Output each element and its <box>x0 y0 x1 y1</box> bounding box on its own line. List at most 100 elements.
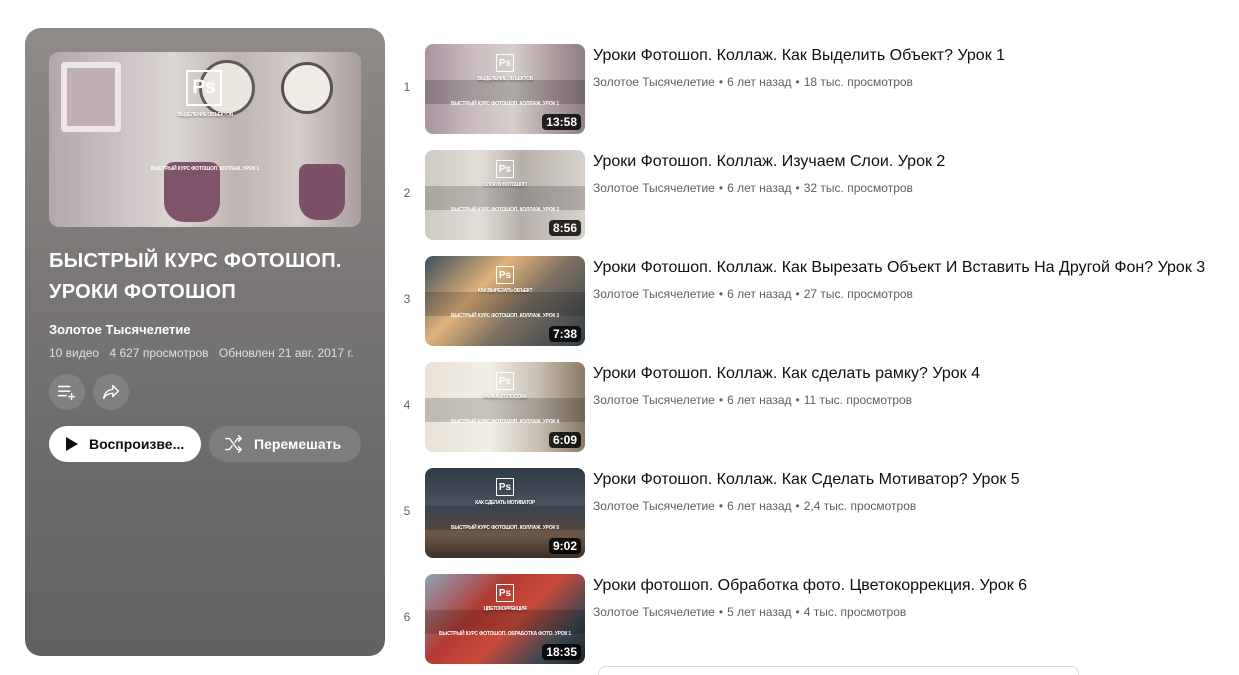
photoshop-logo-icon: Ps <box>496 160 514 178</box>
playlist-video-row[interactable]: 5 Ps КАК СДЕЛАТЬ МОТИВАТОР БЫСТРЫЙ КУРС … <box>395 468 1239 558</box>
thumbnail-big-text: КАК ВЫРЕЗАТЬ ОБЪЕКТ <box>477 288 533 294</box>
video-thumbnail[interactable]: Ps КАК ВЫРЕЗАТЬ ОБЪЕКТ БЫСТРЫЙ КУРС ФОТО… <box>425 256 585 346</box>
video-title-link[interactable]: Уроки Фотошоп. Коллаж. Как Выделить Объе… <box>593 45 1005 67</box>
video-channel-link[interactable]: Золотое Тысячелетие <box>593 499 715 513</box>
video-thumbnail[interactable]: Ps СЛОИ В ФОТОШОП БЫСТРЫЙ КУРС ФОТОШОП. … <box>425 150 585 240</box>
video-channel-link[interactable]: Золотое Тысячелетие <box>593 287 715 301</box>
video-age: 6 лет назад <box>727 75 792 89</box>
shuffle-label: Перемешать <box>254 436 342 452</box>
video-title-link[interactable]: Уроки фотошоп. Обработка фото. Цветокорр… <box>593 575 1027 597</box>
separator-dot: • <box>718 181 724 195</box>
thumbnail-small-text: БЫСТРЫЙ КУРС ФОТОШОП. КОЛЛАЖ. УРОК 2 <box>450 207 560 213</box>
playlist-video-row[interactable]: 3 Ps КАК ВЫРЕЗАТЬ ОБЪЕКТ БЫСТРЫЙ КУРС ФО… <box>395 256 1239 346</box>
separator-dot: • <box>795 181 800 195</box>
video-meta: Золотое Тысячелетие • 6 лет назад • 2,4 тыс.… <box>593 499 916 513</box>
separator-dot: • <box>795 287 800 301</box>
video-duration: 9:02 <box>548 538 581 554</box>
separator-dot: • <box>718 499 724 513</box>
video-meta: Золотое Тысячелетие • 6 лет назад • 18 тыс. … <box>593 75 913 89</box>
playlist-title: БЫСТРЫЙ КУРС ФОТОШОП. УРОКИ ФОТОШОП <box>49 250 342 303</box>
video-duration: 13:58 <box>542 114 581 130</box>
video-meta: Золотое Тысячелетие • 6 лет назад • 27 тыс. … <box>593 287 913 301</box>
video-count: 10 видео <box>49 346 100 360</box>
video-meta: Золотое Тысячелетие • 5 лет назад • 4 тыс. п… <box>593 605 906 619</box>
thumbnail-big-text: РАМКА. 2 СПОСОБА <box>483 394 527 400</box>
playlist-add-icon <box>58 385 76 401</box>
video-index: 6 <box>403 610 411 624</box>
separator-dot: • <box>718 75 724 89</box>
video-title-link[interactable]: Уроки Фотошоп. Коллаж. Как сделать рамку… <box>593 363 980 385</box>
video-age: 6 лет назад <box>727 287 792 301</box>
video-age: 6 лет назад <box>727 181 792 195</box>
separator-dot: • <box>795 499 800 513</box>
separator-dot: • <box>795 75 800 89</box>
video-title-link[interactable]: Уроки Фотошоп. Коллаж. Как Сделать Мотив… <box>593 469 1020 491</box>
video-views: 27 тыс. просмотров <box>803 287 913 301</box>
separator-dot: • <box>795 605 800 619</box>
video-thumbnail[interactable]: Ps КАК СДЕЛАТЬ МОТИВАТОР БЫСТРЫЙ КУРС ФО… <box>425 468 585 558</box>
video-title-link[interactable]: Уроки Фотошоп. Коллаж. Изучаем Слои. Уро… <box>593 151 945 173</box>
updated-date: Обновлен 21 авг. 2017 г. <box>218 346 354 360</box>
share-icon <box>102 384 120 400</box>
share-button[interactable] <box>93 374 129 410</box>
thumbnail-small-text: БЫСТРЫЙ КУРС ФОТОШОП. КОЛЛАЖ. УРОК 5 <box>450 525 560 531</box>
video-duration: 6:09 <box>548 432 581 448</box>
video-channel-link[interactable]: Золотое Тысячелетие <box>593 605 715 619</box>
video-views: 11 тыс. просмотров <box>803 393 913 407</box>
video-index: 5 <box>403 504 411 518</box>
save-playlist-button[interactable] <box>49 374 85 410</box>
thumbnail-big-text: СЛОИ В ФОТОШОП <box>483 182 527 188</box>
playlist-header-panel: Ps ВЫДЕЛЕНИЕ ОБЪЕКТОВ БЫСТРЫЙ КУРС ФОТОШ… <box>25 28 385 656</box>
video-channel-link[interactable]: Золотое Тысячелетие <box>593 393 715 407</box>
photoshop-logo-icon: Ps <box>496 478 514 496</box>
playlist-video-row[interactable]: 6 Ps ЦВЕТОКОРРЕКЦИЯ БЫСТРЫЙ КУРС ФОТОШОП… <box>395 574 1239 664</box>
video-index: 4 <box>403 398 411 412</box>
video-duration: 18:35 <box>542 644 581 660</box>
separator-dot: • <box>718 605 724 619</box>
thumbnail-big-text: КАК СДЕЛАТЬ МОТИВАТОР <box>475 500 535 506</box>
photoshop-logo-icon: Ps <box>496 584 514 602</box>
cover-small-text: БЫСТРЫЙ КУРС ФОТОШОП. КОЛЛАЖ. УРОК 1 <box>150 166 260 172</box>
video-views: 2,4 тыс. просмотров <box>803 499 917 513</box>
separator-dot: • <box>718 287 724 301</box>
video-views: 4 тыс. просмотров <box>803 605 907 619</box>
playlist-video-row[interactable]: 4 Ps РАМКА. 2 СПОСОБА БЫСТРЫЙ КУРС ФОТОШ… <box>395 362 1239 452</box>
playlist-stats: 10 видео 4 627 просмотров Обновлен 21 ав… <box>49 346 361 360</box>
playlist-channel-link[interactable]: Золотое Тысячелетие <box>49 322 191 337</box>
video-title-link[interactable]: Уроки Фотошоп. Коллаж. Как Вырезать Объе… <box>593 257 1205 279</box>
video-duration: 8:56 <box>548 220 581 236</box>
separator-dot: • <box>718 393 724 407</box>
photoshop-logo-icon: Ps <box>496 266 514 284</box>
play-all-label: Воспроизве... <box>89 436 185 452</box>
thumbnail-big-text: ВЫДЕЛЕНИЕ ОБЪЕКТОВ <box>477 76 533 82</box>
video-thumbnail[interactable]: Ps ВЫДЕЛЕНИЕ ОБЪЕКТОВ БЫСТРЫЙ КУРС ФОТОШ… <box>425 44 585 134</box>
video-thumbnail[interactable]: Ps РАМКА. 2 СПОСОБА БЫСТРЫЙ КУРС ФОТОШОП… <box>425 362 585 452</box>
video-thumbnail[interactable]: Ps ЦВЕТОКОРРЕКЦИЯ БЫСТРЫЙ КУРС ФОТОШОП. … <box>425 574 585 664</box>
video-channel-link[interactable]: Золотое Тысячелетие <box>593 75 715 89</box>
video-age: 6 лет назад <box>727 499 792 513</box>
video-duration: 7:38 <box>548 326 581 342</box>
play-all-button[interactable]: Воспроизве... <box>49 426 201 462</box>
photoshop-logo-icon: Ps <box>496 54 514 72</box>
video-views: 18 тыс. просмотров <box>803 75 913 89</box>
video-index: 1 <box>403 80 411 94</box>
cover-big-text: ВЫДЕЛЕНИЕ ОБЪЕКТОВ <box>177 112 233 118</box>
shuffle-button[interactable]: Перемешать <box>209 426 361 462</box>
thumbnail-small-text: БЫСТРЫЙ КУРС ФОТОШОП. КОЛЛАЖ. УРОК 1 <box>450 101 560 107</box>
photoshop-logo-icon: Ps <box>496 372 514 390</box>
playlist-cover-thumbnail[interactable]: Ps ВЫДЕЛЕНИЕ ОБЪЕКТОВ БЫСТРЫЙ КУРС ФОТОШ… <box>49 52 361 227</box>
play-icon <box>66 437 78 451</box>
video-index: 3 <box>403 292 411 306</box>
playlist-video-row[interactable]: 1 Ps ВЫДЕЛЕНИЕ ОБЪЕКТОВ БЫСТРЫЙ КУРС ФОТ… <box>395 44 1239 134</box>
video-channel-link[interactable]: Золотое Тысячелетие <box>593 181 715 195</box>
thumbnail-small-text: БЫСТРЫЙ КУРС ФОТОШОП. КОЛЛАЖ. УРОК 3 <box>450 313 560 319</box>
bottom-panel-edge <box>598 666 1079 675</box>
playlist-video-row[interactable]: 2 Ps СЛОИ В ФОТОШОП БЫСТРЫЙ КУРС ФОТОШОП… <box>395 150 1239 240</box>
view-count: 4 627 просмотров <box>109 346 209 360</box>
video-age: 5 лет назад <box>727 605 792 619</box>
video-meta: Золотое Тысячелетие • 6 лет назад • 32 тыс. … <box>593 181 913 195</box>
thumbnail-small-text: БЫСТРЫЙ КУРС ФОТОШОП. ОБРАБОТКА ФОТО. УР… <box>438 631 572 637</box>
video-views: 32 тыс. просмотров <box>803 181 913 195</box>
video-index: 2 <box>403 186 411 200</box>
shuffle-icon <box>225 435 243 453</box>
